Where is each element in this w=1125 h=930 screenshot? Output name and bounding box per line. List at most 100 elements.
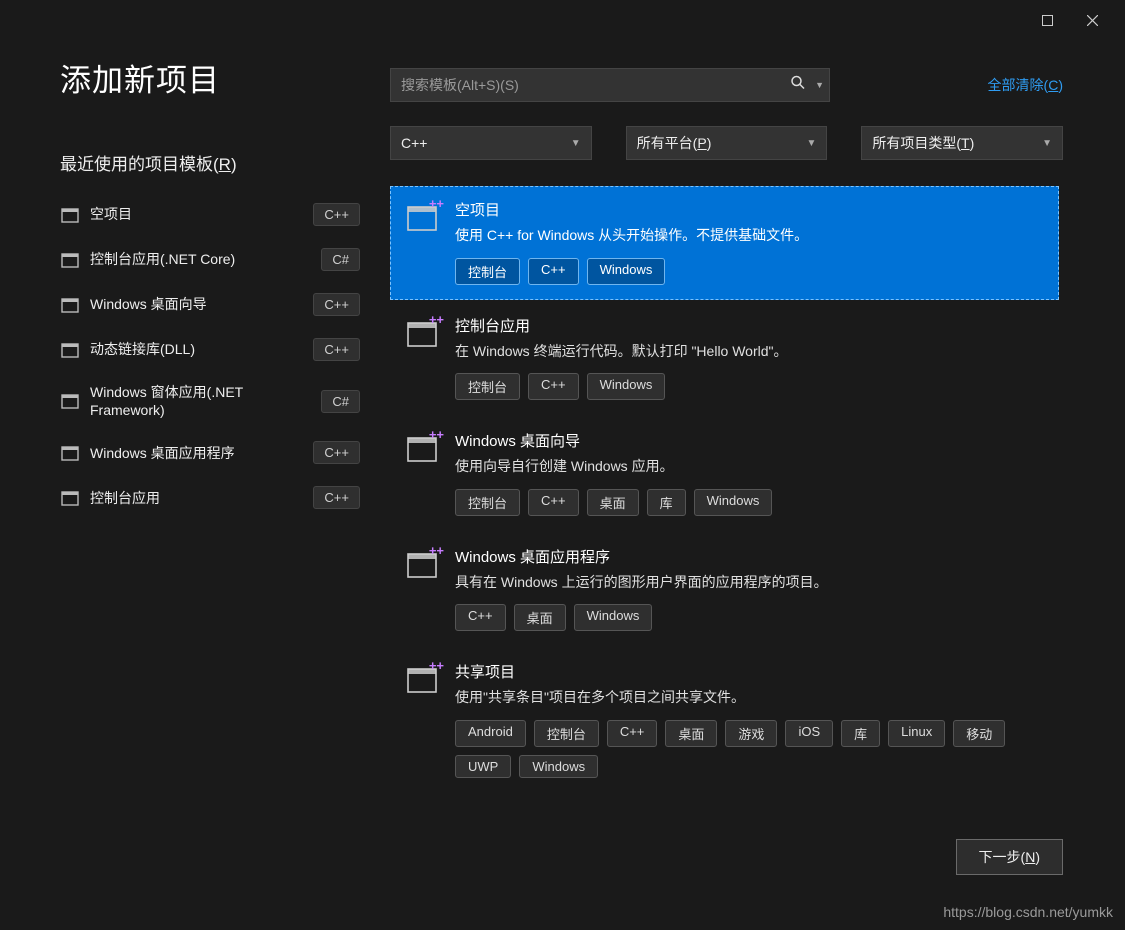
filter-project-type[interactable]: 所有项目类型(T) ▼ (861, 126, 1063, 160)
template-tag: 移动 (953, 720, 1005, 747)
filter-platform[interactable]: 所有平台(P) ▼ (626, 126, 828, 160)
template-tag: 桌面 (665, 720, 717, 747)
template-tag: Windows (694, 489, 773, 516)
template-tag: 控制台 (455, 373, 520, 400)
recent-item-label: 控制台应用 (90, 489, 303, 507)
template-card[interactable]: ++动态链接库(DLL)生成可在多个正在运行的 Windows 应用之间共享的 … (390, 795, 1059, 806)
template-tags: C++ 桌面 Windows (455, 604, 1044, 631)
project-icon (60, 488, 80, 508)
recent-item[interactable]: 控制台应用(.NET Core) C# (60, 248, 360, 271)
watermark: https://blog.csdn.net/yumkk (943, 904, 1113, 920)
recent-list: 空项目C++控制台应用(.NET Core)C#Windows 桌面向导C++动… (60, 203, 360, 509)
template-tag: 控制台 (455, 258, 520, 285)
template-tag: UWP (455, 755, 511, 778)
project-icon (60, 340, 80, 360)
search-icon[interactable] (791, 76, 805, 95)
template-tag: 桌面 (514, 604, 566, 631)
project-icon (60, 250, 80, 270)
template-tag: C++ (528, 258, 579, 285)
filter-language[interactable]: C++▼ (390, 126, 592, 160)
clear-all-link[interactable]: 全部清除(C) (988, 75, 1063, 95)
recent-item-language-badge: C++ (313, 203, 360, 226)
next-button[interactable]: 下一步(N) (956, 839, 1063, 875)
recent-item[interactable]: Windows 桌面应用程序 C++ (60, 441, 360, 464)
template-tag: Linux (888, 720, 945, 747)
template-tag: Windows (574, 604, 653, 631)
template-tags: 控制台 C++ 桌面库 Windows (455, 489, 1044, 516)
template-card[interactable]: ++ Windows 桌面应用程序具有在 Windows 上运行的图形用户界面的应… (390, 533, 1059, 647)
template-title: 共享项目 (455, 661, 1044, 682)
project-icon (60, 443, 80, 463)
recent-item-label: 控制台应用(.NET Core) (90, 250, 311, 268)
recent-templates-heading: 最近使用的项目模板(R) (60, 150, 360, 175)
template-tags: Android 控制台 C++ 桌面游戏 iOS 库 Linux 移动 UWP Windows (455, 720, 1044, 778)
project-icon (60, 295, 80, 315)
template-icon: ++ (405, 432, 439, 466)
template-tag: 控制台 (455, 489, 520, 516)
chevron-down-icon: ▼ (571, 138, 581, 149)
template-tag: C++ (528, 489, 579, 516)
template-tag: C++ (528, 373, 579, 400)
maximize-button[interactable] (1025, 5, 1070, 35)
project-icon (60, 205, 80, 225)
template-tag: 游戏 (725, 720, 777, 747)
close-button[interactable] (1070, 5, 1115, 35)
template-card[interactable]: ++ 共享项目使用"共享条目"项目在多个项目之间共享文件。 Android 控制台 C+… (390, 648, 1059, 793)
recent-item-label: Windows 桌面应用程序 (90, 444, 303, 462)
recent-item[interactable]: 控制台应用 C++ (60, 486, 360, 509)
template-tag: C++ (607, 720, 658, 747)
plus-decorator-icon: ++ (429, 196, 444, 211)
recent-item[interactable]: Windows 窗体应用(.NET Framework)C# (60, 383, 360, 419)
dialog-title: 添加新项目 (60, 55, 360, 100)
recent-item[interactable]: 空项目 C++ (60, 203, 360, 226)
recent-item-label: 空项目 (90, 205, 303, 223)
chevron-down-icon: ▼ (1042, 138, 1052, 149)
template-tag: 库 (841, 720, 880, 747)
template-icon: ++ (405, 317, 439, 351)
template-card[interactable]: ++ 空项目使用 C++ for Windows 从头开始操作。不提供基础文件。控… (390, 186, 1059, 300)
template-title: Windows 桌面应用程序 (455, 546, 1044, 567)
template-tag: 桌面 (587, 489, 639, 516)
template-tag: C++ (455, 604, 506, 631)
template-tag: iOS (785, 720, 833, 747)
recent-item-language-badge: C++ (313, 338, 360, 361)
recent-item-language-badge: C++ (313, 486, 360, 509)
plus-decorator-icon: ++ (429, 805, 444, 806)
template-tag: 库 (647, 489, 686, 516)
filter-row: C++▼ 所有平台(P) ▼ 所有项目类型(T) ▼ (390, 126, 1063, 160)
chevron-down-icon[interactable]: ▼ (815, 80, 824, 90)
template-list[interactable]: ++ 空项目使用 C++ for Windows 从头开始操作。不提供基础文件。控… (390, 186, 1063, 806)
titlebar (0, 0, 1125, 40)
template-tag: 控制台 (534, 720, 599, 747)
template-description: 具有在 Windows 上运行的图形用户界面的应用程序的项目。 (455, 573, 1044, 593)
recent-item-label: 动态链接库(DLL) (90, 340, 303, 358)
search-wrap: ▼ (390, 68, 830, 102)
chevron-down-icon: ▼ (806, 138, 816, 149)
template-title: 空项目 (455, 199, 1044, 220)
recent-item[interactable]: 动态链接库(DLL) C++ (60, 338, 360, 361)
recent-item-label: Windows 桌面向导 (90, 295, 303, 313)
recent-item-language-badge: C++ (313, 441, 360, 464)
template-icon: ++ (405, 548, 439, 582)
template-icon: ++ (405, 201, 439, 235)
search-input[interactable] (390, 68, 830, 102)
template-tag: Android (455, 720, 526, 747)
recent-item-language-badge: C++ (313, 293, 360, 316)
template-description: 使用向导自行创建 Windows 应用。 (455, 457, 1044, 477)
template-card[interactable]: ++控制台应用在 Windows 终端运行代码。默认打印 "Hello Worl… (390, 302, 1059, 416)
left-column: 添加新项目 最近使用的项目模板(R) 空项目 C++ 控制台应用(.NET Core… (0, 40, 390, 930)
plus-decorator-icon: ++ (429, 658, 444, 673)
template-description: 使用"共享条目"项目在多个项目之间共享文件。 (455, 688, 1044, 708)
recent-item-language-badge: C# (321, 248, 360, 271)
template-tags: 控制台C++Windows (455, 258, 1044, 285)
template-description: 在 Windows 终端运行代码。默认打印 "Hello World"。 (455, 342, 1044, 362)
right-column: ▼ 全部清除(C) C++▼ 所有平台(P) ▼ 所有项目类型(T) ▼ ++空… (390, 40, 1125, 930)
template-tag: Windows (587, 373, 666, 400)
template-description: 使用 C++ for Windows 从头开始操作。不提供基础文件。 (455, 226, 1044, 246)
template-card[interactable]: ++Windows 桌面向导使用向导自行创建 Windows 应用。控制台C++… (390, 417, 1059, 531)
project-icon (60, 391, 80, 411)
template-tag: Windows (519, 755, 598, 778)
template-icon: ++ (405, 663, 439, 697)
recent-item[interactable]: Windows 桌面向导 C++ (60, 293, 360, 316)
template-tags: 控制台 C++ Windows (455, 373, 1044, 400)
